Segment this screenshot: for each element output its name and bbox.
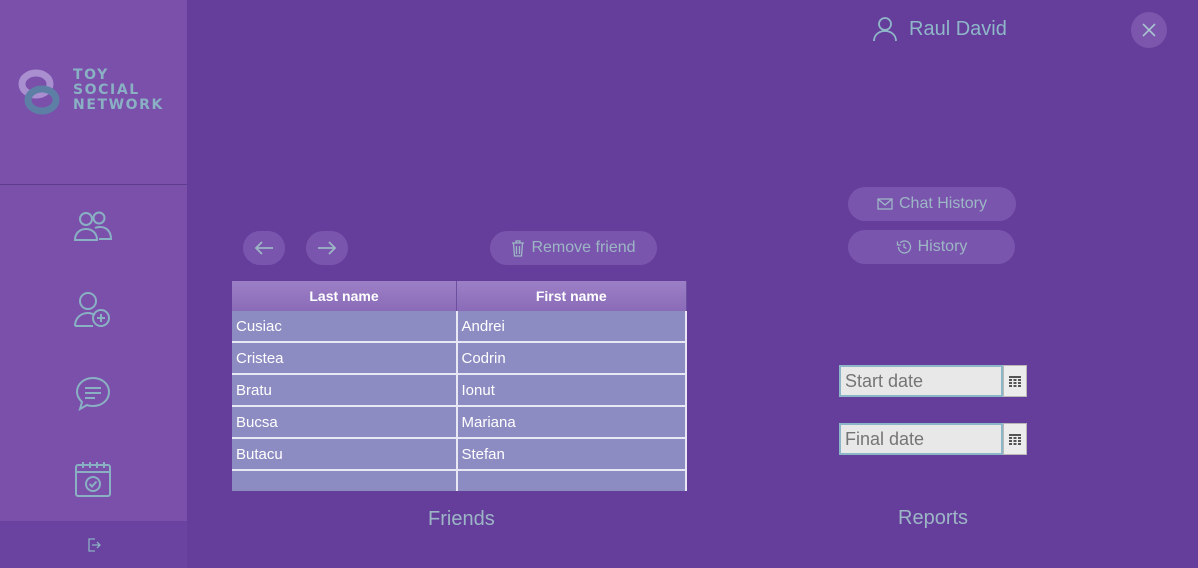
history-icon [896,240,911,254]
user-icon [873,17,897,42]
logo-icon [18,69,60,115]
cell-last-name: Bratu [232,374,458,407]
arrow-right-icon [318,241,337,255]
table-row[interactable]: Cusiac Andrei [232,311,687,343]
previous-page-button[interactable] [243,231,285,265]
cell-last-name: Bucsa [232,406,458,439]
cell-first-name: Mariana [456,406,687,439]
logo-line-2: SOCIAL [73,82,140,98]
friends-section-label: Friends [428,508,495,530]
remove-friend-button[interactable]: Remove friend [490,231,657,265]
trash-icon [512,239,525,257]
sidebar-item-messages[interactable] [73,374,113,414]
cell-last-name: Butacu [232,438,458,471]
cell-first-name [456,470,687,491]
logo-line-3: NETWORK [73,97,165,113]
final-date-calendar-button[interactable] [1003,423,1027,455]
start-date-picker [839,365,1027,397]
history-button[interactable]: History [848,230,1015,264]
start-date-calendar-button[interactable] [1003,365,1027,397]
sidebar-item-friends[interactable] [73,206,113,246]
envelope-icon [877,198,893,210]
user-profile[interactable]: Raul David [873,14,1007,44]
table-row[interactable]: Bratu Ionut [232,374,687,407]
history-label: History [917,238,968,255]
logout-icon [87,537,101,552]
calendar-grid-icon [1009,433,1021,445]
final-date-input[interactable] [839,423,1003,455]
logout-button[interactable] [0,521,187,568]
reports-section-label: Reports [898,507,969,529]
close-button[interactable] [1131,12,1167,48]
cell-first-name: Codrin [456,342,687,375]
friends-table: Last name First name Cusiac Andrei Crist… [232,281,687,491]
cell-first-name: Andrei [456,311,687,343]
sidebar-item-calendar[interactable] [73,459,113,499]
cell-first-name: Stefan [456,438,687,471]
logo-text: TOY SOCIAL NETWORK [73,68,164,113]
table-row[interactable]: Bucsa Mariana [232,406,687,439]
table-row[interactable]: Butacu Stefan [232,438,687,471]
close-icon [1142,23,1156,37]
cell-last-name: Cusiac [232,311,458,343]
cell-first-name: Ionut [456,374,687,407]
final-date-picker [839,423,1027,455]
column-header-last-name[interactable]: Last name [232,281,457,311]
table-header-row: Last name First name [232,281,687,311]
calendar-icon [75,462,111,497]
messages-icon [75,376,111,412]
add-friend-icon [74,292,110,327]
cell-last-name [232,470,458,491]
table-row[interactable]: Cristea Codrin [232,342,687,375]
table-row[interactable] [232,470,687,491]
friends-icon [73,211,113,241]
sidebar-item-add-friend[interactable] [73,290,113,330]
logo-line-1: TOY [73,67,109,83]
chat-history-label: Chat History [898,195,988,212]
logo-area: TOY SOCIAL NETWORK [0,0,187,185]
chat-history-button[interactable]: Chat History [848,187,1016,221]
cell-last-name: Cristea [232,342,458,375]
next-page-button[interactable] [306,231,348,265]
remove-friend-label: Remove friend [531,239,636,256]
arrow-left-icon [254,241,273,255]
column-header-first-name[interactable]: First name [456,281,687,311]
calendar-grid-icon [1009,375,1021,387]
user-name: Raul David [909,17,1007,40]
start-date-input[interactable] [839,365,1003,397]
sidebar: TOY SOCIAL NETWORK [0,0,187,568]
